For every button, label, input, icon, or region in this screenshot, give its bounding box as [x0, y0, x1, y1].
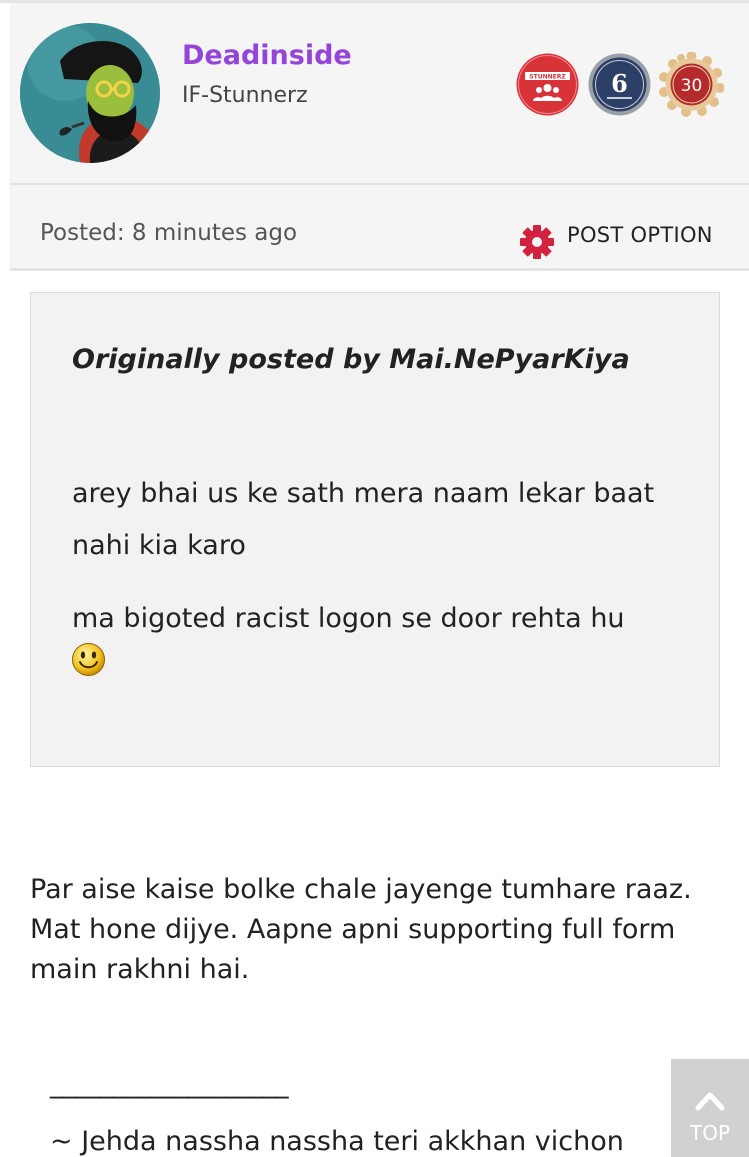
post-meta-divider: [10, 268, 749, 271]
smiley-icon: [71, 642, 106, 677]
stunnerz-group-badge[interactable]: STUNNERZ: [515, 52, 580, 117]
anniversary-6-badge[interactable]: 6: [587, 52, 652, 117]
signature-text: ~ Jehda nassha nassha teri akkhan vichon: [50, 1126, 624, 1157]
posts-badge-number: 30: [681, 76, 703, 96]
svg-text:STUNNERZ: STUNNERZ: [529, 74, 566, 81]
quote-text-line: ma bigoted racist logon se door rehta hu: [72, 603, 625, 634]
posts-30-medal-badge[interactable]: 30: [659, 52, 724, 117]
gear-icon: [518, 223, 556, 265]
scroll-to-top-label: TOP: [689, 1121, 731, 1145]
posts-30-medal-icon: 30: [659, 52, 724, 117]
post-option-label: POST OPTION: [567, 223, 713, 247]
posted-time: Posted: 8 minutes ago: [40, 220, 298, 246]
quote-text-line: arey bhai us ke sath mera naam lekar baa…: [72, 478, 655, 561]
anniversary-6-icon: 6: [588, 53, 651, 116]
chevron-up-icon: [695, 1089, 725, 1111]
signature-divider: ___________________: [50, 1068, 288, 1099]
stunnerz-group-icon: STUNNERZ: [516, 53, 579, 116]
author-usergroup: IF-Stunnerz: [182, 83, 308, 108]
post-option-button[interactable]: POST OPTION: [518, 218, 713, 264]
user-avatar[interactable]: [20, 23, 160, 163]
anniversary-badge-number: 6: [611, 69, 628, 98]
post-body-text: Par aise kaise bolke chale jayenge tumha…: [30, 874, 692, 985]
bearded-man-cartoon-avatar-icon: [20, 23, 160, 163]
quote-header: Originally posted by Mai.NePyarKiya: [72, 344, 630, 375]
scroll-to-top-button[interactable]: TOP: [671, 1059, 749, 1157]
author-username[interactable]: Deadinside: [182, 38, 352, 74]
